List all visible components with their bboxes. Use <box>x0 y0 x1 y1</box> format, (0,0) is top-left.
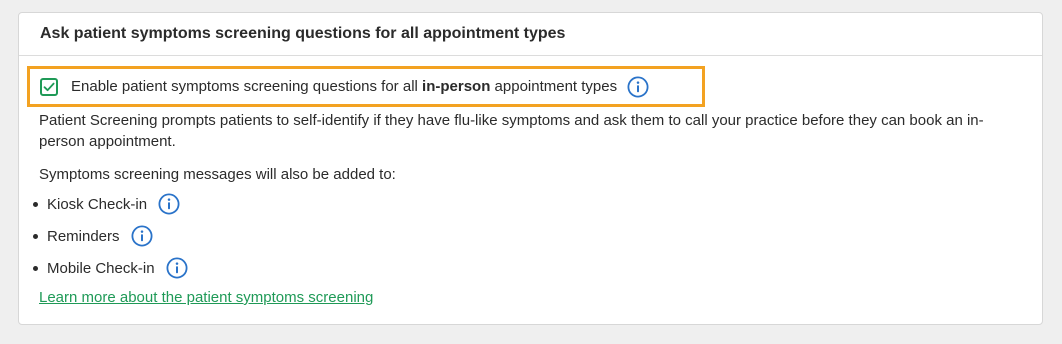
label-text-after: appointment types <box>490 78 618 95</box>
bullet-dot <box>33 201 38 207</box>
checkmark-icon <box>43 82 55 91</box>
list-item: Kiosk Check-in <box>31 188 188 220</box>
also-added-intro: Symptoms screening messages will also be… <box>39 166 396 183</box>
list-item: Mobile Check-in <box>31 252 188 284</box>
label-text-before: Enable patient symptoms screening questi… <box>71 78 423 95</box>
enable-screening-checkbox[interactable] <box>40 77 58 96</box>
list-item-label: Kiosk Check-in <box>47 195 148 213</box>
bullet-dot <box>33 233 38 239</box>
also-added-list: Kiosk Check-in Reminders Mobile Check-in <box>31 188 188 284</box>
info-icon[interactable] <box>166 257 188 279</box>
enable-screening-label: Enable patient symptoms screening questi… <box>71 78 617 95</box>
enable-screening-option[interactable]: Enable patient symptoms screening questi… <box>27 66 705 107</box>
label-text-bold: in-person <box>422 78 491 95</box>
info-icon[interactable] <box>158 193 180 215</box>
list-item-label: Reminders <box>47 227 120 245</box>
card-header: Ask patient symptoms screening questions… <box>19 13 1042 56</box>
info-icon[interactable] <box>131 225 153 247</box>
list-item: Reminders <box>31 220 188 252</box>
screening-description: Patient Screening prompts patients to se… <box>39 112 984 150</box>
list-item-label: Mobile Check-in <box>47 259 155 277</box>
card-title: Ask patient symptoms screening questions… <box>40 25 566 42</box>
learn-more-link[interactable]: Learn more about the patient symptoms sc… <box>39 289 373 306</box>
info-icon[interactable] <box>627 75 649 98</box>
bullet-dot <box>33 265 38 271</box>
